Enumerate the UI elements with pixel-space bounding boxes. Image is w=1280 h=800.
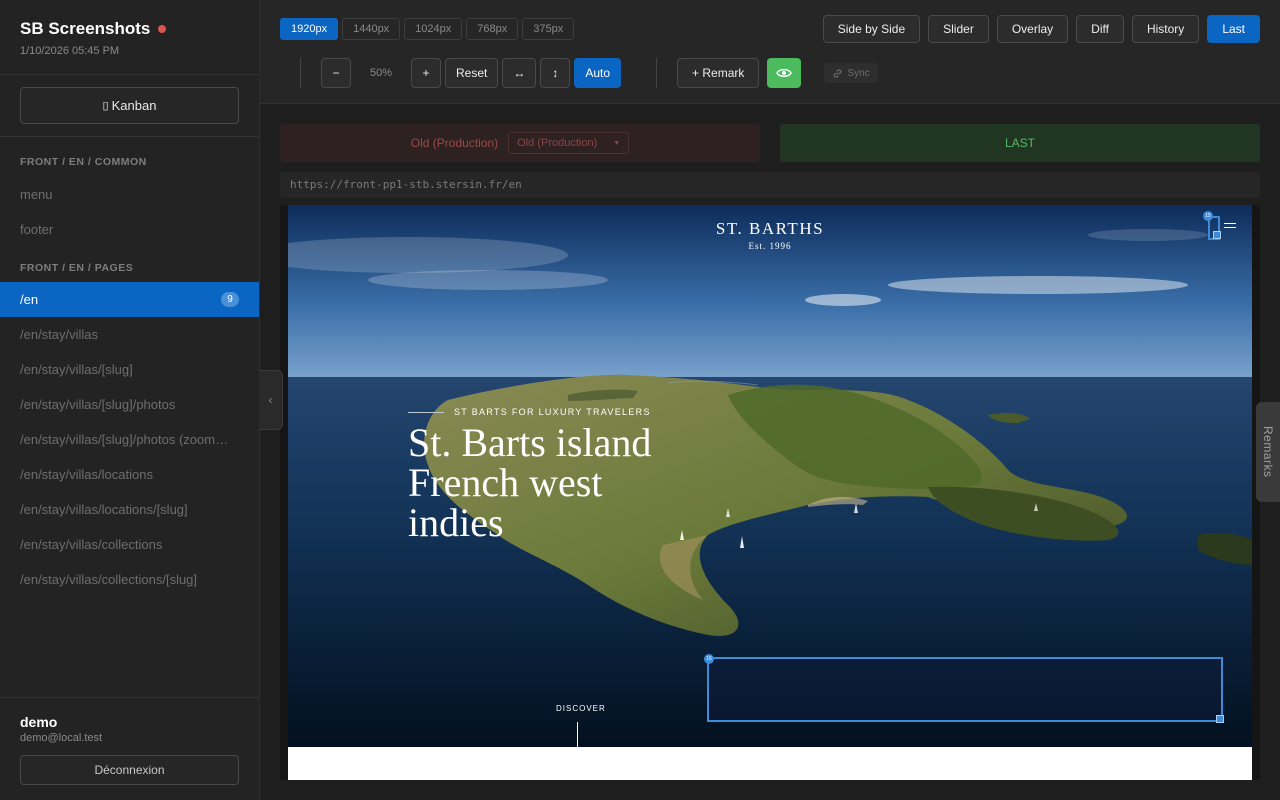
slider-button[interactable]: Slider	[928, 15, 989, 43]
hero-text: ST BARTS FOR LUXURY TRAVELERS St. Barts …	[408, 407, 651, 543]
user-name: demo	[20, 714, 58, 730]
hero-headline-line: French west	[408, 460, 603, 505]
toggle-remarks-visibility-button[interactable]	[767, 58, 802, 88]
sidebar-item-villa-photos[interactable]: /en/stay/villas/[slug]/photos	[0, 387, 259, 422]
resize-handle[interactable]	[1213, 231, 1221, 239]
zoom-in-button[interactable]: +	[411, 58, 441, 88]
hero-headline: St. Barts island French west indies	[408, 423, 651, 543]
site-logo-subtitle: Est. 1996	[748, 241, 792, 251]
add-remark-button[interactable]: + Remark	[677, 58, 760, 88]
divider	[656, 58, 658, 88]
auto-zoom-button[interactable]: Auto	[574, 58, 622, 88]
viewport-1024-button[interactable]: 1024px	[404, 18, 463, 40]
discover-link[interactable]: DISCOVER	[556, 704, 606, 713]
hero-eyebrow: ST BARTS FOR LUXURY TRAVELERS	[408, 407, 651, 417]
sidebar-item-villa-photos-zoom[interactable]: /en/stay/villas/[slug]/photos (zoom…	[0, 422, 259, 457]
kanban-button-label: Kanban	[111, 98, 157, 113]
sidebar-item-villas[interactable]: /en/stay/villas	[0, 317, 259, 352]
next-section	[288, 747, 1252, 780]
nav-section-title: FRONT / EN / COMMON	[20, 156, 147, 168]
viewport-selector: 1920px 1440px 1024px 768px 375px	[280, 18, 575, 40]
toolbar: 1920px 1440px 1024px 768px 375px Side by…	[260, 0, 1280, 104]
viewport-768-button[interactable]: 768px	[466, 18, 519, 40]
viewport-1920-button[interactable]: 1920px	[280, 18, 339, 40]
history-button[interactable]: History	[1131, 15, 1200, 43]
diff-button[interactable]: Diff	[1076, 15, 1124, 43]
app-root: SB Screenshots 1/10/2026 05:45 PM ▯ Kanb…	[0, 0, 1280, 800]
sidebar-item-villa-slug[interactable]: /en/stay/villas/[slug]	[0, 352, 259, 387]
hero-section: ST. BARTHS Est. 1996 ST BARTS FOR LUXURY…	[288, 205, 1252, 747]
old-version-select-value: Old (Production)	[517, 137, 598, 149]
sidebar-item-locations[interactable]: /en/stay/villas/locations	[0, 457, 259, 492]
sidebar-item-collection-slug[interactable]: /en/stay/villas/collections/[slug]	[0, 562, 259, 597]
site-logo-text: ST. BARTHS	[715, 219, 825, 238]
kanban-section: ▯ Kanban	[0, 75, 259, 137]
hero-headline-line: indies	[408, 500, 504, 545]
sync-label: Sync	[847, 67, 870, 79]
zoom-controls: − 50% + Reset ↔ ↕ Auto + Remark Sync	[300, 58, 878, 88]
zoom-out-button[interactable]: −	[321, 58, 351, 88]
last-button[interactable]: Last	[1207, 15, 1260, 43]
chevron-down-icon: ▼	[613, 139, 621, 147]
remark-count-badge: 9	[221, 292, 239, 307]
kanban-icon: ▯	[102, 100, 109, 112]
page-url: https://front-pp1-stb.stersin.fr/en	[280, 172, 1260, 198]
old-version-label: Old (Production)	[410, 136, 499, 150]
sidebar: SB Screenshots 1/10/2026 05:45 PM ▯ Kanb…	[0, 0, 260, 800]
hamburger-menu-icon[interactable]	[1224, 223, 1236, 231]
brand-header: SB Screenshots 1/10/2026 05:45 PM	[0, 0, 259, 75]
website-preview: ST. BARTHS Est. 1996 ST BARTS FOR LUXURY…	[288, 205, 1252, 780]
eye-icon	[776, 68, 793, 78]
screenshot-frame: ST. BARTHS Est. 1996 ST BARTS FOR LUXURY…	[280, 205, 1260, 780]
reset-zoom-button[interactable]: Reset	[445, 58, 499, 88]
link-icon	[834, 68, 842, 78]
site-logo[interactable]: ST. BARTHS Est. 1996	[288, 219, 1252, 251]
scroll-indicator-line	[577, 722, 578, 747]
viewport-375-button[interactable]: 375px	[522, 18, 575, 40]
resize-handle[interactable]	[1216, 715, 1224, 723]
remark-region[interactable]	[707, 657, 1223, 722]
nav-section-title: FRONT / EN / PAGES	[20, 262, 134, 274]
user-panel: demo demo@local.test Déconnexion	[0, 697, 259, 800]
hero-headline-line: St. Barts island	[408, 420, 652, 465]
sync-toggle[interactable]: Sync	[824, 63, 878, 83]
last-version-panel: LAST	[780, 124, 1260, 162]
remark-marker[interactable]: 16	[704, 654, 714, 664]
sidebar-item-menu[interactable]: menu	[0, 177, 259, 212]
fit-width-button[interactable]: ↔	[502, 58, 537, 88]
sidebar-item-collections[interactable]: /en/stay/villas/collections	[0, 527, 259, 562]
comparison-area: Old (Production) Old (Production) ▼ LAST…	[260, 104, 1280, 800]
zoom-level: 50%	[369, 67, 393, 79]
collapse-sidebar-button[interactable]: ‹	[259, 370, 283, 430]
old-version-select[interactable]: Old (Production) ▼	[508, 132, 630, 154]
compare-bar: Old (Production) Old (Production) ▼ LAST	[280, 124, 1260, 162]
app-title-text: SB Screenshots	[20, 19, 151, 38]
sidebar-nav: FRONT / EN / COMMON menu footer FRONT / …	[0, 137, 259, 597]
chevron-left-icon: ‹	[268, 393, 273, 407]
app-title: SB Screenshots	[20, 19, 239, 39]
sidebar-item-label: /en	[20, 292, 39, 307]
kanban-button[interactable]: ▯ Kanban	[20, 87, 239, 124]
remarks-panel-toggle[interactable]: Remarks	[1256, 402, 1280, 502]
sidebar-item-footer[interactable]: footer	[0, 212, 259, 247]
remark-marker[interactable]: 15	[1203, 211, 1213, 221]
sidebar-item-location-slug[interactable]: /en/stay/villas/locations/[slug]	[0, 492, 259, 527]
sidebar-item-en[interactable]: /en 9	[0, 282, 259, 317]
remarks-tab-label: Remarks	[1261, 426, 1275, 478]
view-mode-selector: Side by Side Slider Overlay Diff History…	[822, 15, 1260, 43]
user-email: demo@local.test	[20, 732, 103, 744]
old-version-panel: Old (Production) Old (Production) ▼	[280, 124, 760, 162]
divider	[300, 58, 301, 88]
status-dot	[158, 25, 167, 33]
last-updated-timestamp: 1/10/2026 05:45 PM	[20, 45, 120, 57]
eyebrow-line	[408, 411, 444, 413]
side-by-side-button[interactable]: Side by Side	[822, 15, 921, 43]
overlay-button[interactable]: Overlay	[996, 15, 1069, 43]
logout-button[interactable]: Déconnexion	[20, 755, 239, 785]
hero-eyebrow-text: ST BARTS FOR LUXURY TRAVELERS	[454, 407, 651, 417]
viewport-1440-button[interactable]: 1440px	[342, 18, 401, 40]
fit-height-button[interactable]: ↕	[540, 58, 571, 88]
